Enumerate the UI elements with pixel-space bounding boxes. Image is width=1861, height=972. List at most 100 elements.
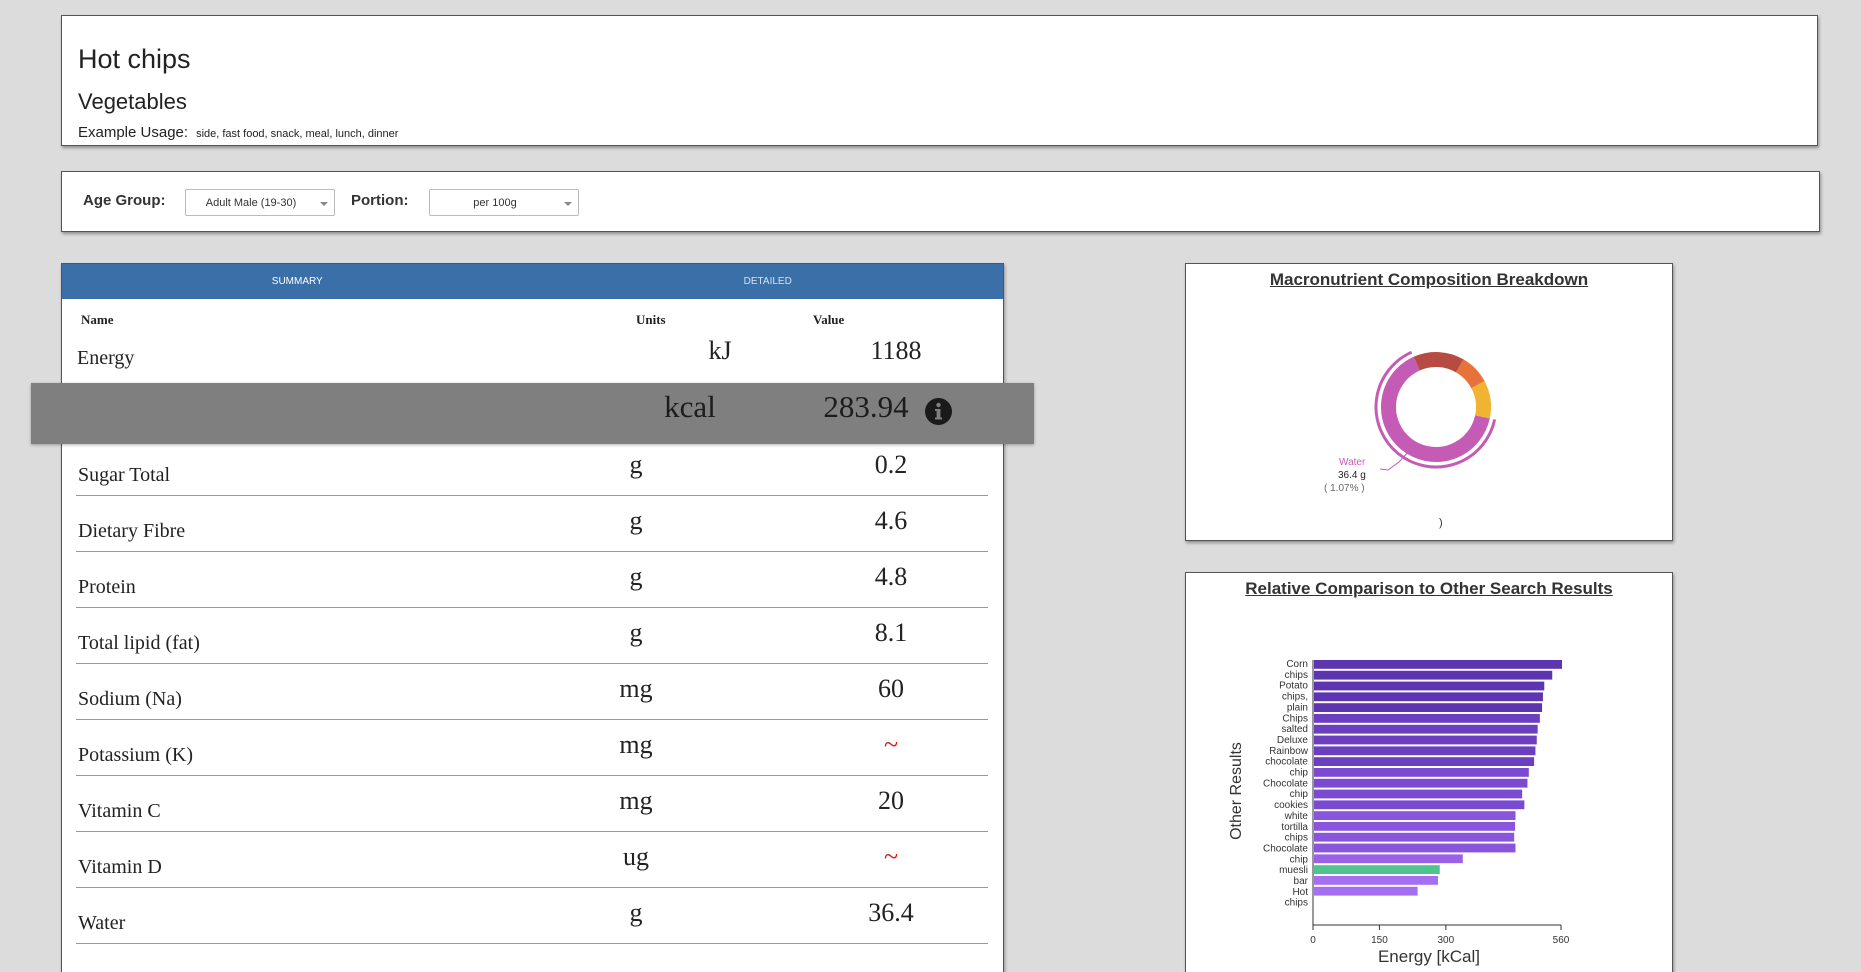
- tab-summary[interactable]: SUMMARY: [62, 264, 533, 299]
- donut-segment[interactable]: [1455, 359, 1485, 389]
- nutrient-row[interactable]: Potassium (K) mg ~: [76, 720, 988, 776]
- nutrient-value: 36.4: [868, 898, 914, 927]
- y-tick-label: plain: [1287, 702, 1308, 713]
- nutrient-unit: g: [629, 506, 643, 535]
- nutrient-unit: g: [629, 450, 643, 479]
- comparison-bar[interactable]: [1314, 670, 1553, 680]
- nutrient-value: 0.2: [874, 450, 908, 479]
- nutrient-name: Vitamin D: [78, 856, 162, 878]
- y-tick-label: Chocolate: [1263, 778, 1308, 789]
- nutrient-name: Protein: [78, 576, 136, 598]
- nutrient-value: ~: [883, 730, 899, 759]
- y-tick-label: chips: [1285, 833, 1308, 844]
- comparison-bar[interactable]: [1314, 768, 1529, 777]
- chart-footer-text: ): [1439, 517, 1443, 529]
- energy-row: Energy kJ 1188: [61, 323, 1004, 383]
- nutrient-name: Energy: [77, 347, 135, 369]
- food-category: Vegetables: [78, 89, 187, 114]
- comparison-bar[interactable]: [1314, 735, 1537, 745]
- comparison-bar[interactable]: [1314, 832, 1515, 842]
- macronutrient-donut-chart: Water 36.4 g ( 1.07% ) ): [1324, 350, 1497, 529]
- comparison-bar[interactable]: [1314, 660, 1562, 669]
- y-tick-label: tortilla: [1281, 822, 1308, 833]
- x-tick-label: 0: [1310, 935, 1316, 946]
- comparison-bar[interactable]: [1314, 843, 1516, 853]
- y-tick-label: Hot: [1292, 887, 1308, 898]
- age-group-value: Adult Male (19-30): [205, 197, 297, 209]
- nutrient-unit: mg: [619, 786, 653, 815]
- y-tick-label: bar: [1294, 876, 1309, 887]
- energy-kcal-row[interactable]: kcal 283.94: [31, 383, 1034, 444]
- y-tick-label: chocolate: [1265, 757, 1308, 768]
- donut-segment[interactable]: [1471, 381, 1491, 419]
- comparison-bar[interactable]: [1314, 757, 1535, 766]
- comparison-bar[interactable]: [1314, 714, 1540, 723]
- nutrient-name: Potassium (K): [78, 744, 193, 766]
- nutrient-unit: g: [629, 898, 643, 927]
- nutrient-row[interactable]: Sodium (Na) mg 60: [76, 664, 988, 720]
- y-tick-label: chip: [1290, 854, 1309, 865]
- comparison-bar[interactable]: [1314, 703, 1543, 712]
- comparison-chart-card: Relative Comparison to Other Search Resu…: [1185, 572, 1673, 972]
- comparison-bar[interactable]: [1314, 800, 1525, 810]
- donut-segment[interactable]: [1413, 352, 1464, 373]
- nutrient-row[interactable]: Protein g 4.8: [76, 552, 988, 608]
- food-header-card: Hot chips Vegetables Example Usage: side…: [61, 15, 1818, 146]
- nutrient-unit: ug: [623, 842, 649, 871]
- y-tick-label: cookies: [1274, 800, 1308, 811]
- age-group-select[interactable]: Adult Male (19-30): [185, 189, 335, 216]
- comparison-bar[interactable]: [1314, 822, 1516, 831]
- portion-select[interactable]: per 100g: [429, 189, 579, 216]
- tooltip-label: Water: [1339, 457, 1366, 468]
- comparison-bar[interactable]: [1314, 778, 1528, 788]
- nutrient-unit: kcal: [664, 389, 716, 424]
- nutrient-row[interactable]: Dietary Fibre g 4.6: [76, 496, 988, 552]
- nutrient-value: 4.6: [874, 506, 908, 535]
- nutrient-value: 20: [878, 786, 904, 815]
- nutrient-row[interactable]: Vitamin C mg 20: [76, 776, 988, 832]
- nutrient-unit: mg: [619, 730, 653, 759]
- example-usage-label: Example Usage:: [78, 124, 189, 141]
- x-tick-label: 150: [1371, 935, 1388, 946]
- y-tick-label: chip: [1290, 789, 1309, 800]
- comparison-bar[interactable]: [1314, 746, 1536, 756]
- comparison-bar[interactable]: [1314, 865, 1440, 874]
- comparison-bar[interactable]: [1314, 811, 1516, 820]
- nutrient-name: Sugar Total: [78, 464, 171, 486]
- nutrient-unit: g: [629, 618, 643, 647]
- y-tick-label: muesli: [1279, 865, 1308, 876]
- nutrient-row[interactable]: Sugar Total g 0.2: [76, 440, 988, 496]
- y-tick-label: Deluxe: [1277, 735, 1309, 746]
- comparison-bar[interactable]: [1314, 789, 1523, 799]
- nutrient-row[interactable]: Vitamin D ug ~: [76, 832, 988, 888]
- comparison-bar[interactable]: [1314, 681, 1545, 691]
- y-tick-label: Potato: [1279, 681, 1308, 692]
- portion-value: per 100g: [473, 197, 517, 209]
- comparison-bar[interactable]: [1314, 692, 1543, 702]
- portion-label: Portion:: [351, 192, 409, 209]
- nutrient-unit: kJ: [708, 336, 732, 365]
- comparison-bar[interactable]: [1314, 854, 1463, 864]
- nutrient-unit: mg: [619, 674, 653, 703]
- nutrient-name: Vitamin C: [78, 800, 161, 822]
- nutrient-value: 1188: [870, 336, 922, 365]
- nutrient-value: 283.94: [823, 389, 909, 424]
- age-group-label: Age Group:: [83, 192, 166, 209]
- comparison-bar[interactable]: [1314, 876, 1438, 885]
- tab-detailed[interactable]: DETAILED: [533, 264, 1004, 299]
- comparison-bar[interactable]: [1314, 886, 1418, 896]
- info-icon[interactable]: [924, 397, 953, 426]
- nutrient-name: Total lipid (fat): [78, 632, 200, 654]
- chevron-down-icon: [320, 202, 328, 206]
- nutrient-row[interactable]: Total lipid (fat) g 8.1: [76, 608, 988, 664]
- nutrient-name: Sodium (Na): [78, 688, 182, 710]
- y-tick-label: white: [1284, 811, 1309, 822]
- comparison-bar[interactable]: [1314, 724, 1538, 734]
- y-tick-label: Chips: [1282, 713, 1308, 724]
- nutrient-value: 60: [878, 674, 904, 703]
- nutrient-value: 4.8: [874, 562, 908, 591]
- y-tick-label: Chocolate: [1263, 843, 1308, 854]
- example-usage: Example Usage: side, fast food, snack, m…: [78, 124, 398, 141]
- nutrient-row[interactable]: Water g 36.4: [76, 888, 988, 944]
- x-axis-label: Energy [kCal]: [1378, 947, 1480, 966]
